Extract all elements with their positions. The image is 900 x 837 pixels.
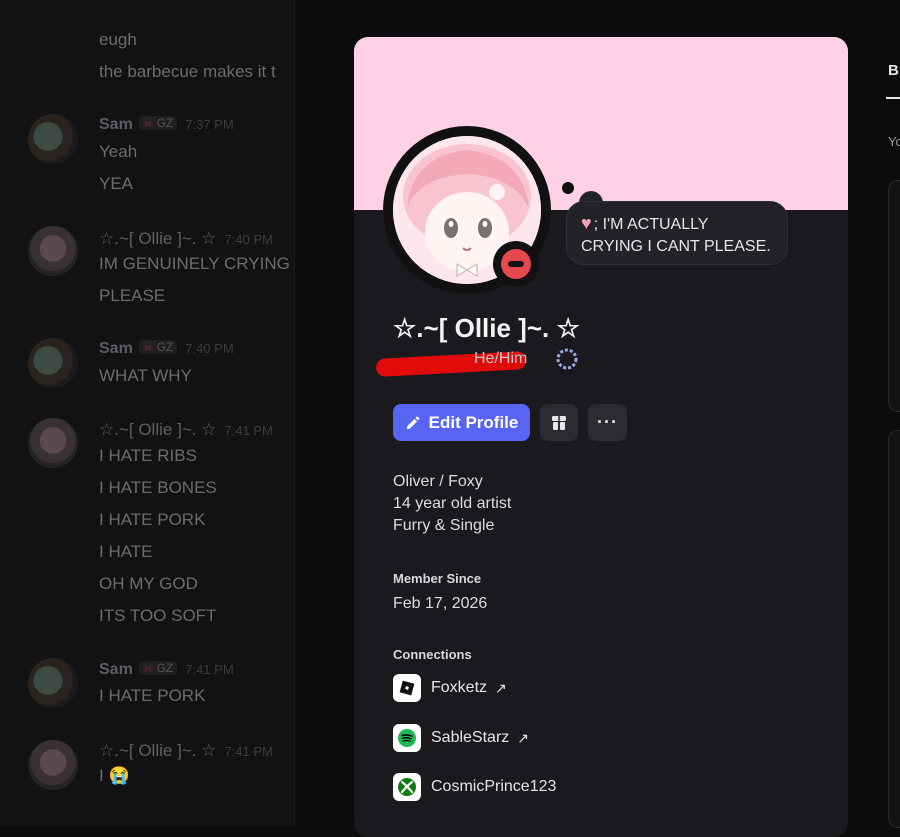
guild-tag-badge: ☠ GZ (138, 661, 178, 675)
timestamp: 7:37 PM (185, 117, 234, 132)
message-text: I HATE PORK (99, 510, 206, 529)
author-name[interactable]: ☆.~[ Ollie ]~. ☆ (99, 420, 216, 439)
message-text: I HATE (99, 542, 153, 561)
author-name[interactable]: Sam (99, 661, 133, 678)
timestamp: 7:41 PM (185, 662, 234, 677)
panel-box (888, 430, 900, 828)
message-header: Sam ☠ GZ 7:40 PM (99, 340, 234, 358)
timestamp: 7:40 PM (185, 341, 234, 356)
status-text-line1: ; I'M ACTUALLY (593, 216, 709, 233)
spotify-icon (393, 724, 421, 752)
shop-icon (552, 415, 566, 430)
display-name: ☆.~[ Ollie ]~. ☆ (393, 313, 580, 343)
message-header: ☆.~[ Ollie ]~. ☆ 7:41 PM (99, 420, 273, 440)
panel-subtext: Yo (888, 134, 900, 149)
message-text: the barbecue makes it t (99, 62, 276, 81)
skull-icon: ☠ (142, 661, 154, 675)
xbox-icon (393, 773, 421, 801)
panel-box (888, 180, 900, 412)
connection-spotify[interactable]: SableStarz ↗ (393, 723, 529, 753)
message-text: YEA (99, 174, 134, 193)
connection-roblox[interactable]: Foxketz ↗ (393, 673, 507, 703)
timestamp: 7:40 PM (224, 232, 273, 247)
message-text: I HATE BONES (99, 478, 217, 497)
chat-panel: eugh the barbecue makes it t Sam ☠ GZ 7:37 … (0, 0, 294, 826)
heart-icon: ♥ (581, 213, 592, 233)
guild-tag-badge: ☠ GZ (138, 116, 178, 130)
bubble-tail (562, 182, 574, 194)
skull-icon: ☠ (142, 116, 154, 130)
external-link-icon: ↗ (517, 729, 529, 746)
user-profile-card: ♥; I'M ACTUALLY CRYING I CANT PLEASE. ☆.… (354, 37, 848, 837)
connection-name: SableStarz (431, 729, 510, 746)
custom-status-bubble[interactable]: ♥; I'M ACTUALLY CRYING I CANT PLEASE. (566, 201, 788, 265)
divider (294, 0, 295, 826)
badge-icon[interactable] (556, 348, 578, 375)
bio-line: Oliver / Foxy (393, 473, 483, 490)
message-text (99, 0, 104, 18)
member-since-date: Feb 17, 2026 (393, 595, 488, 612)
tab-label[interactable]: B (888, 62, 899, 79)
more-options-button[interactable]: ··· (588, 404, 627, 441)
connection-xbox[interactable]: CosmicPrince123 (393, 772, 556, 802)
bio-line: 14 year old artist (393, 495, 512, 512)
timestamp: 7:41 PM (224, 744, 273, 759)
roblox-icon (393, 674, 421, 702)
timestamp: 7:41 PM (224, 423, 273, 438)
message-text: PLEASE (99, 286, 166, 305)
connection-name: Foxketz (431, 679, 488, 696)
avatar[interactable] (28, 114, 78, 164)
author-name[interactable]: ☆.~[ Ollie ]~. ☆ (99, 741, 216, 760)
message-header: ☆.~[ Ollie ]~. ☆ 7:40 PM (99, 229, 273, 249)
connections-label: Connections (393, 647, 472, 662)
message-text: I 😭 (99, 766, 130, 785)
status-text-line2: CRYING I CANT PLEASE. (581, 238, 771, 255)
author-name[interactable]: ☆.~[ Ollie ]~. ☆ (99, 229, 216, 248)
message-header: Sam ☠ GZ 7:41 PM (99, 661, 234, 679)
message-header: Sam ☠ GZ 7:37 PM (99, 116, 234, 134)
author-name[interactable]: Sam (99, 340, 133, 357)
shop-button[interactable] (540, 404, 578, 441)
skull-icon: ☠ (142, 340, 154, 354)
message-text: I HATE RIBS (99, 446, 197, 465)
message-text: WHAT WHY (99, 366, 192, 385)
edit-profile-button[interactable]: Edit Profile (393, 404, 530, 441)
author-name[interactable]: Sam (99, 116, 133, 133)
message-header: ☆.~[ Ollie ]~. ☆ 7:41 PM (99, 741, 273, 761)
avatar[interactable] (28, 226, 78, 276)
more-icon: ··· (597, 412, 618, 432)
external-link-icon: ↗ (495, 679, 507, 696)
message-text: OH MY GOD (99, 574, 198, 593)
connection-name: CosmicPrince123 (431, 778, 557, 795)
guild-tag-badge: ☠ GZ (138, 340, 178, 354)
member-since-label: Member Since (393, 571, 482, 586)
avatar[interactable] (28, 658, 78, 708)
edit-profile-label: Edit Profile (428, 412, 519, 432)
message-text: IM GENUINELY CRYING (99, 254, 290, 273)
dnd-status-indicator (493, 241, 539, 287)
bio-line: Furry & Single (393, 517, 495, 534)
message-text: ITS TOO SOFT (99, 606, 217, 625)
avatar[interactable] (28, 338, 78, 388)
message-text: I HATE PORK (99, 686, 206, 705)
message-text: eugh (99, 30, 137, 49)
message-text: Yeah (99, 142, 138, 161)
pronouns: He/Him (474, 350, 528, 367)
pencil-icon (406, 416, 420, 429)
tab-underline (886, 97, 900, 99)
avatar[interactable] (28, 418, 78, 468)
avatar[interactable] (28, 740, 78, 790)
